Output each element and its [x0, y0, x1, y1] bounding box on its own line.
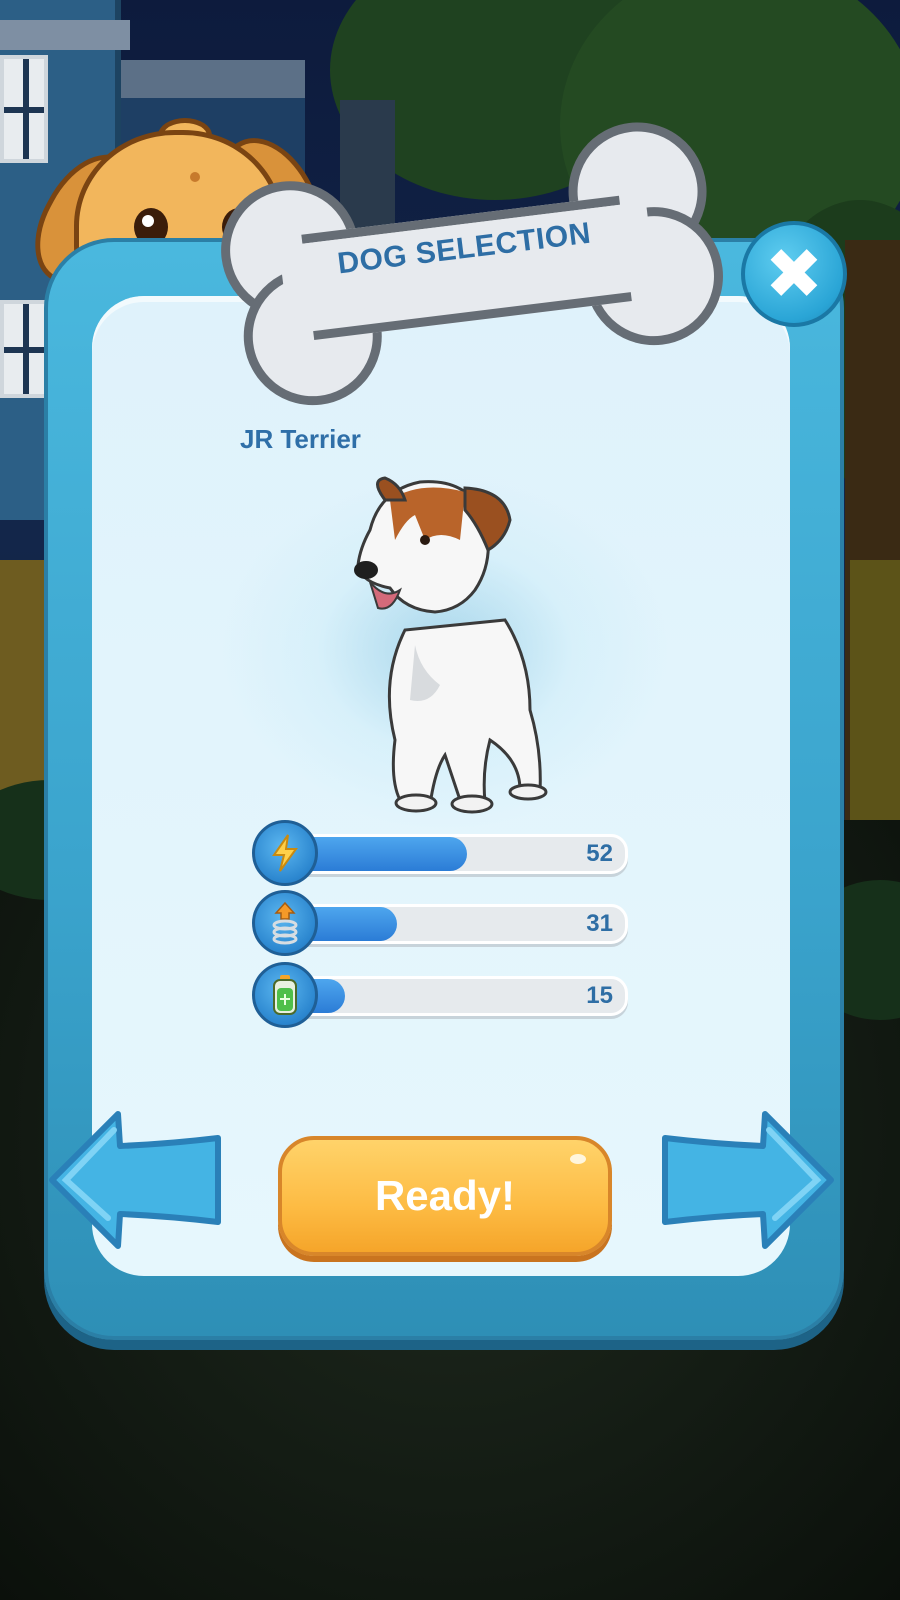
dog-preview	[220, 470, 670, 830]
dog-name: JR Terrier	[240, 424, 361, 454]
stat-bar: 52	[292, 834, 628, 874]
house-roof	[0, 20, 130, 50]
stat-fill	[295, 837, 467, 871]
stat-value: 15	[586, 982, 613, 1009]
stat-stamina: 15	[252, 962, 628, 1028]
stat-value: 52	[586, 840, 613, 867]
arrow-left-icon	[49, 1111, 221, 1249]
lightning-icon	[252, 820, 318, 886]
arrow-right-icon	[662, 1111, 834, 1249]
stat-speed: 52	[252, 820, 628, 886]
spring-jump-icon	[252, 890, 318, 956]
stat-value: 31	[586, 910, 613, 937]
battery-icon	[252, 962, 318, 1028]
ready-button[interactable]: Ready!	[278, 1136, 612, 1256]
stat-bar: 15	[292, 976, 628, 1016]
close-button[interactable]: ✖	[741, 221, 847, 327]
previous-dog-button[interactable]	[48, 1110, 223, 1250]
jack-russell-illustration	[354, 476, 548, 814]
house-roof	[90, 60, 305, 98]
mascot-spot	[190, 172, 200, 182]
stat-bar: 31	[292, 904, 628, 944]
stat-jump: 31	[252, 890, 628, 956]
ready-label: Ready!	[374, 1172, 516, 1219]
close-icon: ✖	[764, 233, 824, 315]
next-dog-button[interactable]	[660, 1110, 835, 1250]
fence	[850, 560, 900, 820]
